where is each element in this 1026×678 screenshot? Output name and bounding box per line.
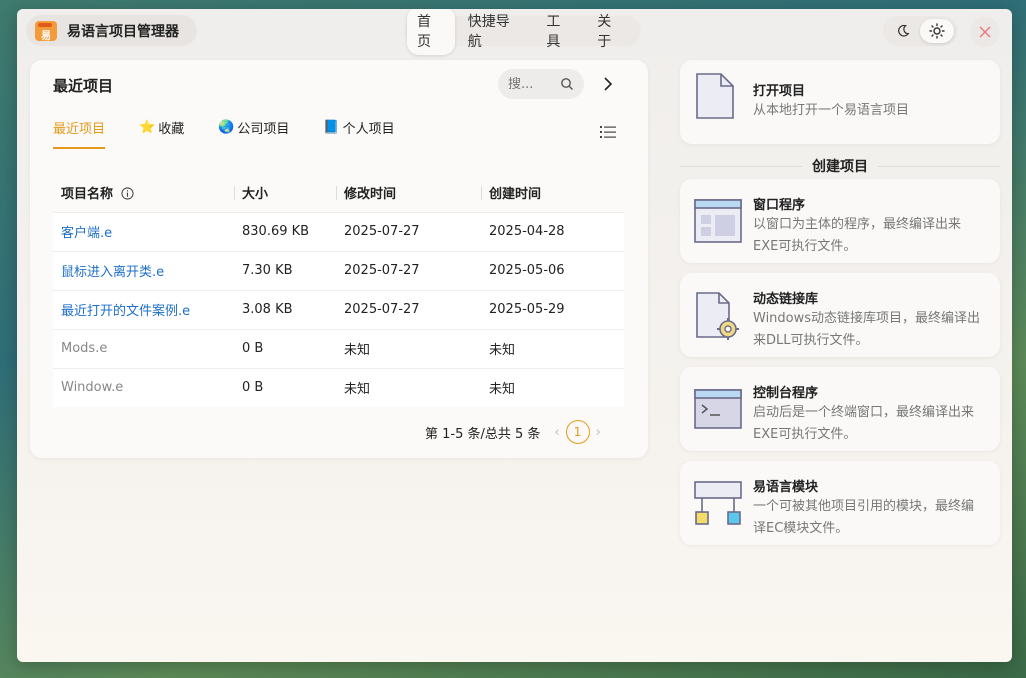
recent-projects-panel: 最近项目 最近项目 ⭐收藏 🌏公司项目 📘个人项目 项目名称 大小 <box>30 60 648 458</box>
pagination-summary: 第 1-5 条/总共 5 条 <box>425 426 541 442</box>
sun-icon <box>929 23 945 39</box>
project-created: 2025-04-28 <box>481 211 624 251</box>
card-desc: 一个可被其他项目引用的模块，最终编译EC模块文件。 <box>753 499 975 536</box>
search-input[interactable] <box>508 76 548 92</box>
pagination: 第 1-5 条/总共 5 条 ‹ 1 › <box>425 420 607 444</box>
table-row[interactable]: 鼠标进入离开类.e 7.30 KB 2025-07-27 2025-05-06 <box>53 250 624 290</box>
column-header-size[interactable]: 大小 <box>234 174 336 212</box>
next-page-icon[interactable]: › <box>596 425 601 440</box>
prev-page-icon[interactable]: ‹ <box>554 425 559 440</box>
project-name[interactable]: 鼠标进入离开类.e <box>53 250 234 290</box>
light-mode-button[interactable] <box>920 19 954 43</box>
column-header-name[interactable]: 项目名称 <box>53 174 234 212</box>
close-icon <box>979 26 991 38</box>
globe-icon: 🌏 <box>218 120 235 135</box>
card-title: 打开项目 <box>753 84 806 99</box>
app-logo-icon: 易 <box>35 20 57 42</box>
search-box[interactable] <box>498 69 584 99</box>
table-row[interactable]: Mods.e 0 B 未知 未知 <box>53 328 624 368</box>
card-title: 窗口程序 <box>753 198 806 213</box>
list-view-icon[interactable] <box>600 123 616 142</box>
window-app-icon <box>694 199 742 243</box>
project-size: 0 B <box>234 328 336 368</box>
nav-about[interactable]: 关于 <box>587 9 635 55</box>
file-gear-icon <box>696 292 739 340</box>
card-title: 控制台程序 <box>753 386 819 401</box>
create-section-header: 创建项目 <box>680 155 1000 177</box>
project-created: 未知 <box>481 367 624 407</box>
app-title: 易语言项目管理器 <box>67 23 179 40</box>
chevron-right-icon <box>604 77 613 91</box>
table-row[interactable]: 最近打开的文件案例.e 3.08 KB 2025-07-27 2025-05-2… <box>53 289 624 329</box>
section-title: 创建项目 <box>812 159 868 175</box>
terminal-icon <box>694 389 742 429</box>
card-desc: 以窗口为主体的程序，最终编译出来EXE可执行文件。 <box>753 217 962 254</box>
column-header-modified[interactable]: 修改时间 <box>336 174 481 212</box>
divider <box>878 165 1000 167</box>
nav-quick-nav[interactable]: 快捷导航 <box>458 9 534 55</box>
nav-home[interactable]: 首页 <box>407 9 455 55</box>
top-nav: 首页 快捷导航 工具 关于 <box>404 9 641 55</box>
main-window: 易 易语言项目管理器 首页 快捷导航 工具 关于 最近项目 搜... 最近项目 … <box>17 9 1012 662</box>
divider <box>680 165 802 167</box>
tab-favorites[interactable]: ⭐ 收藏 <box>139 118 184 149</box>
card-title: 易语言模块 <box>753 480 819 495</box>
module-tree-icon <box>694 481 742 525</box>
dll-card[interactable]: 动态链接库 Windows动态链接库项目，最终编译出来DLL可执行文件。 <box>680 273 1000 357</box>
project-size: 7.30 KB <box>234 250 336 290</box>
book-icon: 📘 <box>323 120 340 135</box>
project-name[interactable]: Window.e <box>53 367 234 407</box>
app-badge: 易 易语言项目管理器 <box>26 15 197 46</box>
project-modified: 2025-07-27 <box>336 250 481 290</box>
table-row[interactable]: Window.e 0 B 未知 未知 <box>53 367 624 407</box>
column-header-created[interactable]: 创建时间 <box>481 174 624 212</box>
project-size: 830.69 KB <box>234 211 336 251</box>
card-desc: Windows动态链接库项目，最终编译出来DLL可执行文件。 <box>753 311 981 348</box>
open-project-card[interactable]: 打开项目 从本地打开一个易语言项目 <box>680 60 1000 144</box>
close-button[interactable] <box>970 17 1000 47</box>
tab-personal[interactable]: 📘 个人项目 <box>323 118 394 149</box>
expand-button[interactable] <box>598 74 618 94</box>
console-program-card[interactable]: 控制台程序 启动后是一个终端窗口，最终编译出来EXE可执行文件。 <box>680 367 1000 451</box>
search-icon[interactable] <box>560 77 574 91</box>
card-desc: 从本地打开一个易语言项目 <box>753 103 910 118</box>
module-card[interactable]: 易语言模块 一个可被其他项目引用的模块，最终编译EC模块文件。 <box>680 461 1000 545</box>
window-program-card[interactable]: 窗口程序 以窗口为主体的程序，最终编译出来EXE可执行文件。 <box>680 179 1000 263</box>
theme-switcher <box>883 16 958 46</box>
dark-mode-button[interactable] <box>886 19 920 43</box>
project-modified: 2025-07-27 <box>336 289 481 329</box>
card-title: 动态链接库 <box>753 292 819 307</box>
file-icon <box>696 73 734 119</box>
project-size: 3.08 KB <box>234 289 336 329</box>
project-size: 0 B <box>234 367 336 407</box>
project-name[interactable]: Mods.e <box>53 328 234 368</box>
project-tabs: 最近项目 ⭐ 收藏 🌏 公司项目 📘 个人项目 <box>53 118 429 149</box>
projects-table: 项目名称 大小 修改时间 创建时间 客户端.e 830.69 KB 2025-0… <box>53 174 624 407</box>
star-icon: ⭐ <box>139 120 156 135</box>
info-icon[interactable] <box>120 187 134 200</box>
project-created: 未知 <box>481 328 624 368</box>
project-created: 2025-05-29 <box>481 289 624 329</box>
moon-icon <box>898 24 910 37</box>
project-name[interactable]: 最近打开的文件案例.e <box>53 289 234 329</box>
project-modified: 2025-07-27 <box>336 211 481 251</box>
project-name[interactable]: 客户端.e <box>53 211 234 251</box>
page-number-button[interactable]: 1 <box>565 420 590 444</box>
title-bar: 易 易语言项目管理器 首页 快捷导航 工具 关于 <box>17 9 1012 55</box>
panel-title: 最近项目 <box>53 77 114 95</box>
table-row[interactable]: 客户端.e 830.69 KB 2025-07-27 2025-04-28 <box>53 211 624 251</box>
project-modified: 未知 <box>336 367 481 407</box>
project-modified: 未知 <box>336 328 481 368</box>
card-desc: 启动后是一个终端窗口，最终编译出来EXE可执行文件。 <box>753 405 975 442</box>
nav-tools[interactable]: 工具 <box>536 9 584 55</box>
tab-company[interactable]: 🌏 公司项目 <box>218 118 289 149</box>
tab-recent[interactable]: 最近项目 <box>53 118 106 149</box>
project-created: 2025-05-06 <box>481 250 624 290</box>
